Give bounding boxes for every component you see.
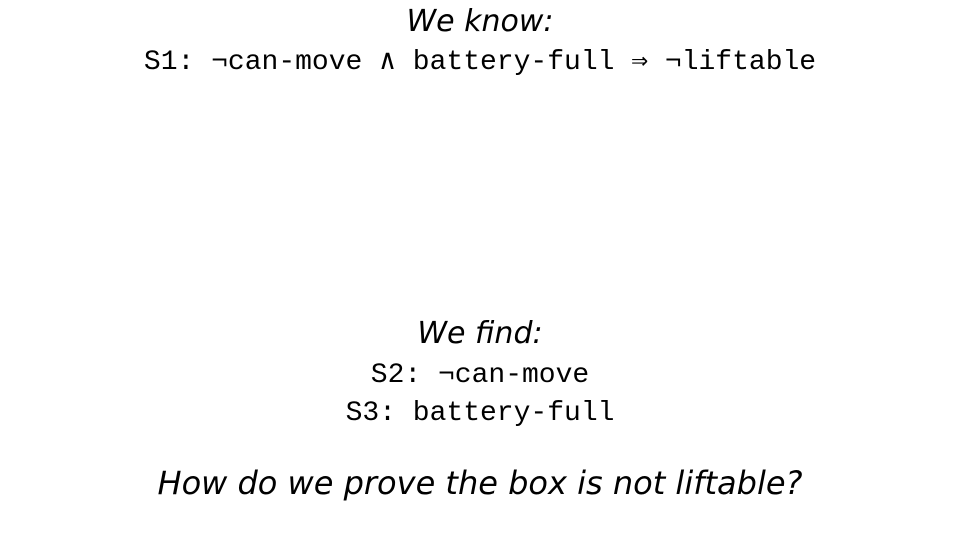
statement-s3: S3: battery-full (345, 398, 615, 429)
question-text: How do we prove the box is not liftable? (157, 464, 803, 502)
we-know-heading: We know: (406, 4, 554, 39)
statement-s1: S1: ¬can-move ∧ battery-full ⇒ ¬liftable (143, 47, 817, 78)
we-find-heading: We find: (417, 316, 543, 351)
statement-s2: S2: ¬can-move (370, 360, 590, 391)
slide: We know: S1: ¬can-move ∧ battery-full ⇒ … (0, 0, 960, 540)
